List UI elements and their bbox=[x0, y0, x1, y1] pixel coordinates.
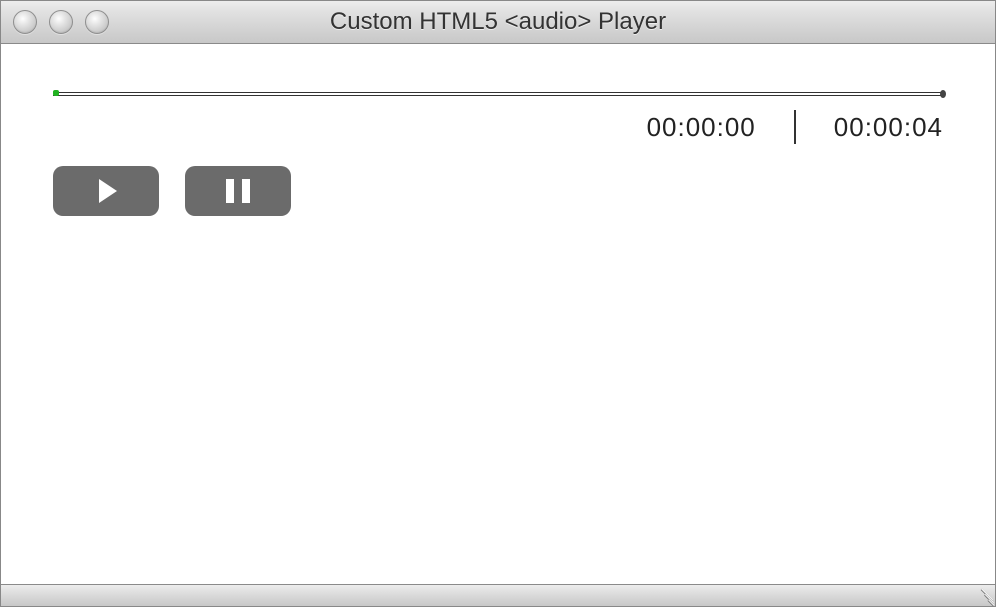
window-title: Custom HTML5 <audio> Player bbox=[1, 8, 995, 36]
total-time: 00:00:04 bbox=[834, 112, 943, 143]
zoom-icon[interactable] bbox=[85, 10, 109, 34]
progress-bar[interactable] bbox=[53, 92, 943, 96]
resize-grip-icon[interactable] bbox=[975, 587, 993, 605]
pause-icon bbox=[226, 179, 250, 203]
close-icon[interactable] bbox=[13, 10, 37, 34]
play-icon bbox=[99, 179, 117, 203]
titlebar[interactable]: Custom HTML5 <audio> Player bbox=[1, 1, 995, 44]
play-button[interactable] bbox=[53, 166, 159, 216]
pause-button[interactable] bbox=[185, 166, 291, 216]
app-window: Custom HTML5 <audio> Player 00:00:00 00:… bbox=[0, 0, 996, 607]
progress-handle[interactable] bbox=[53, 90, 59, 96]
window-controls bbox=[13, 10, 109, 34]
time-display: 00:00:00 00:00:04 bbox=[53, 110, 943, 144]
time-separator bbox=[794, 110, 796, 144]
current-time: 00:00:00 bbox=[647, 112, 756, 143]
progress-track bbox=[53, 92, 943, 96]
statusbar bbox=[1, 584, 995, 606]
minimize-icon[interactable] bbox=[49, 10, 73, 34]
content-area: 00:00:00 00:00:04 bbox=[1, 44, 995, 584]
player-controls bbox=[53, 166, 943, 216]
